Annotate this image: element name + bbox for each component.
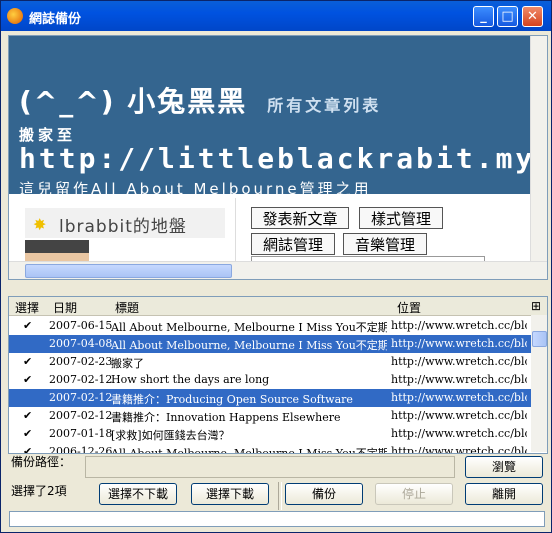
row-location: http://www.wretch.cc/blo... bbox=[391, 319, 527, 332]
footer-divider bbox=[278, 482, 282, 510]
music-manage-button[interactable]: 音樂管理 bbox=[343, 233, 427, 255]
row-checkbox[interactable]: ✔ bbox=[23, 409, 32, 422]
row-date: 2007-02-23 bbox=[49, 355, 113, 368]
table-row[interactable]: ✔ 2007-02-12 How short the days are long ht… bbox=[9, 371, 531, 389]
row-location: http://www.wretch.cc/blo... bbox=[391, 337, 527, 350]
row-location: http://www.wretch.cc/blo... bbox=[391, 427, 527, 440]
select-download-button[interactable]: 選擇下載 bbox=[191, 483, 269, 505]
row-location: http://www.wretch.cc/blo... bbox=[391, 409, 527, 422]
profile-box: ✸ lbrabbit的地盤 bbox=[25, 208, 225, 238]
header-location[interactable]: 位置 bbox=[397, 299, 421, 316]
row-title: 搬家了 bbox=[111, 357, 144, 370]
preview-pane: (^_^) 小兔黑黑 所有文章列表 搬家至 http://littleblackr… bbox=[8, 35, 548, 280]
banner-url: http://littleblackrabit.my bbox=[19, 142, 536, 175]
star-icon: ✸ bbox=[33, 215, 47, 234]
table-row[interactable]: 2007-02-12 書籍推介：Producing Open Source Sof… bbox=[9, 389, 531, 407]
scroll-thumb[interactable] bbox=[532, 331, 547, 347]
row-title: [求救]如何匯錢去台灣？ bbox=[111, 429, 230, 442]
row-date: 2007-04-08 bbox=[49, 337, 113, 350]
style-manage-button[interactable]: 樣式管理 bbox=[359, 207, 443, 229]
row-location: http://www.wretch.cc/blo... bbox=[391, 355, 527, 368]
row-checkbox[interactable]: ✔ bbox=[23, 427, 32, 440]
table-row[interactable]: 2007-04-08 All About Melbourne, Melbourne… bbox=[9, 335, 531, 353]
scroll-thumb[interactable] bbox=[25, 264, 232, 278]
backup-window: 網誌備份 _ □ ✕ (^_^) 小兔黑黑 所有文章列表 搬家至 http://l… bbox=[0, 0, 552, 533]
firefox-icon bbox=[7, 8, 23, 24]
row-title: 書籍推介：Innovation Happens Elsewhere bbox=[111, 411, 341, 424]
table-row[interactable]: ✔ 2007-02-12 書籍推介：Innovation Happens Elsew… bbox=[9, 407, 531, 425]
backup-path-field[interactable] bbox=[85, 456, 455, 478]
deselect-download-button[interactable]: 選擇不下載 bbox=[99, 483, 177, 505]
table-header: 選擇 日期 標題 位置 ⊞ bbox=[9, 297, 547, 316]
row-title: How short the days are long bbox=[111, 373, 270, 386]
close-button[interactable]: ✕ bbox=[522, 6, 543, 27]
column-chooser-icon[interactable]: ⊞ bbox=[531, 299, 541, 313]
profile-name: lbrabbit的地盤 bbox=[59, 217, 187, 237]
row-checkbox[interactable]: ✔ bbox=[23, 319, 32, 332]
selected-count: 選擇了2項 bbox=[11, 484, 67, 498]
maximize-button[interactable]: □ bbox=[497, 6, 518, 27]
row-checkbox[interactable]: ✔ bbox=[23, 373, 32, 386]
banner-note: 這兒留作All About Melbourne管理之用 bbox=[19, 180, 372, 198]
blog-manage-button[interactable]: 網誌管理 bbox=[251, 233, 335, 255]
row-date: 2007-01-18 bbox=[49, 427, 113, 440]
article-table: 選擇 日期 標題 位置 ⊞ ✔ 2007-06-15 All About Melbo… bbox=[8, 296, 548, 454]
blog-banner: (^_^) 小兔黑黑 所有文章列表 搬家至 http://littleblackr… bbox=[9, 36, 539, 198]
preview-horizontal-scrollbar[interactable] bbox=[9, 261, 547, 279]
header-select[interactable]: 選擇 bbox=[15, 299, 39, 316]
header-title[interactable]: 標題 bbox=[115, 299, 139, 316]
new-post-button[interactable]: 發表新文章 bbox=[251, 207, 349, 229]
row-title: All About Melbourne, Melbourne I Miss Yo… bbox=[111, 321, 387, 334]
progress-bar bbox=[9, 511, 545, 527]
row-date: 2007-02-12 bbox=[49, 409, 113, 422]
table-row[interactable]: ✔ 2007-01-18 [求救]如何匯錢去台灣？ http://www.wretch… bbox=[9, 425, 531, 443]
table-row[interactable]: ✔ 2006-12-26 All About Melbourne, Melbourn… bbox=[9, 443, 531, 454]
table-vertical-scrollbar[interactable] bbox=[531, 315, 547, 452]
row-checkbox[interactable]: ✔ bbox=[23, 355, 32, 368]
row-date: 2007-02-12 bbox=[49, 373, 113, 386]
header-date[interactable]: 日期 bbox=[53, 299, 77, 316]
row-title: All About Melbourne, Melbourne I Miss Yo… bbox=[111, 447, 387, 454]
title-bar[interactable]: 網誌備份 _ □ ✕ bbox=[1, 1, 551, 31]
row-location: http://www.wretch.cc/blo... bbox=[391, 373, 527, 386]
stop-button[interactable]: 停止 bbox=[375, 483, 453, 505]
exit-button[interactable]: 離開 bbox=[465, 483, 543, 505]
table-row[interactable]: ✔ 2007-02-23 搬家了 http://www.wretch.cc/blo..… bbox=[9, 353, 531, 371]
row-location: http://www.wretch.cc/blo... bbox=[391, 391, 527, 404]
backup-path-label: 備份路徑： bbox=[11, 455, 72, 469]
preview-vertical-scrollbar[interactable] bbox=[530, 36, 547, 262]
row-location: http://www.wretch.cc/blo... bbox=[391, 445, 527, 454]
row-date: 2007-02-12 bbox=[49, 391, 113, 404]
banner-subtitle: 所有文章列表 bbox=[267, 96, 382, 115]
row-date: 2007-06-15 bbox=[49, 319, 113, 332]
backup-button[interactable]: 備份 bbox=[285, 483, 363, 505]
banner-title-text: (^_^) 小兔黑黑 bbox=[19, 85, 248, 118]
row-title: All About Melbourne, Melbourne I Miss Yo… bbox=[111, 339, 387, 352]
browse-button[interactable]: 瀏覽 bbox=[465, 456, 543, 478]
minimize-button[interactable]: _ bbox=[473, 6, 494, 27]
window-title: 網誌備份 bbox=[29, 12, 82, 27]
table-row[interactable]: ✔ 2007-06-15 All About Melbourne, Melbourn… bbox=[9, 317, 531, 335]
banner-title: (^_^) 小兔黑黑 所有文章列表 bbox=[19, 80, 381, 120]
row-title: 書籍推介：Producing Open Source Software bbox=[111, 393, 353, 406]
